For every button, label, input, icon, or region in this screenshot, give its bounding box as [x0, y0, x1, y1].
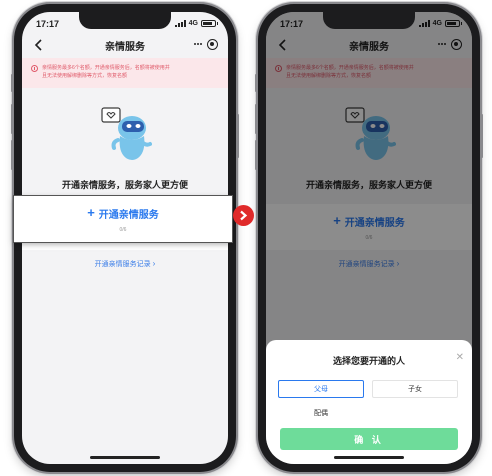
open-service-button[interactable]: + 开通亲情服务 [87, 206, 159, 221]
close-miniapp-icon[interactable] [207, 39, 218, 50]
option-children[interactable]: 子女 [372, 380, 458, 398]
notice-line-1: 亲情服务最多6个名额，开通亲情服务后，名额将被使用并 [42, 65, 170, 71]
battery-icon [201, 20, 218, 27]
confirm-button[interactable]: 确 认 [280, 428, 458, 450]
open-service-card-highlight[interactable]: + 开通亲情服务 0/6 [14, 196, 232, 242]
network-label: 4G [188, 20, 198, 27]
mascot-illustration [101, 107, 152, 160]
status-time: 17:17 [36, 18, 60, 29]
power-button [480, 114, 483, 158]
notice-banner: 亲情服务最多6个名额，开通亲情服务后，名额将被使用并 且无法使用解绑删除等方式，… [22, 58, 228, 88]
volume-up-button [255, 104, 258, 134]
service-record-link[interactable]: 开通亲情服务记录 › [22, 259, 228, 269]
screen: 17:17 4G 亲情服务 亲情服务最多6个名额，开通亲情服务后，名额将被使用并… [266, 12, 472, 464]
mute-switch [11, 74, 14, 92]
phone-after: 17:17 4G 亲情服务 亲情服务最多6个名额，开通亲情服务后，名额将被使用并… [255, 4, 483, 472]
notch [323, 12, 415, 29]
select-person-sheet: 选择您要开通的人 ✕ 父母 子女 配偶 确 认 [266, 340, 472, 464]
next-step-arrow-icon [233, 205, 254, 226]
power-button [236, 114, 239, 158]
volume-down-button [255, 140, 258, 170]
sheet-title: 选择您要开通的人 [332, 356, 405, 366]
volume-down-button [11, 140, 14, 170]
open-service-label: 开通亲情服务 [98, 209, 159, 221]
info-icon [31, 65, 38, 72]
slogan-text: 开通亲情服务，服务家人更方便 [61, 180, 188, 190]
home-indicator [90, 456, 160, 459]
quota-count: 0/6 [119, 226, 127, 233]
nav-bar: 亲情服务 [22, 34, 228, 56]
option-spouse[interactable]: 配偶 [278, 404, 364, 422]
close-icon[interactable]: ✕ [456, 352, 464, 363]
notch [79, 12, 171, 29]
chevron-right-icon: › [152, 259, 156, 268]
page-title: 亲情服务 [105, 41, 145, 53]
notice-line-2: 且无法使用解绑删除等方式，恢复名额 [42, 73, 128, 79]
signal-icon [174, 20, 186, 27]
more-icon[interactable] [194, 40, 202, 48]
mute-switch [255, 74, 258, 92]
record-link-label: 开通亲情服务记录 [94, 261, 151, 268]
home-indicator [334, 456, 404, 459]
plus-icon: + [87, 205, 95, 220]
back-icon[interactable] [32, 38, 46, 52]
option-parents[interactable]: 父母 [278, 380, 364, 398]
volume-up-button [11, 104, 14, 134]
